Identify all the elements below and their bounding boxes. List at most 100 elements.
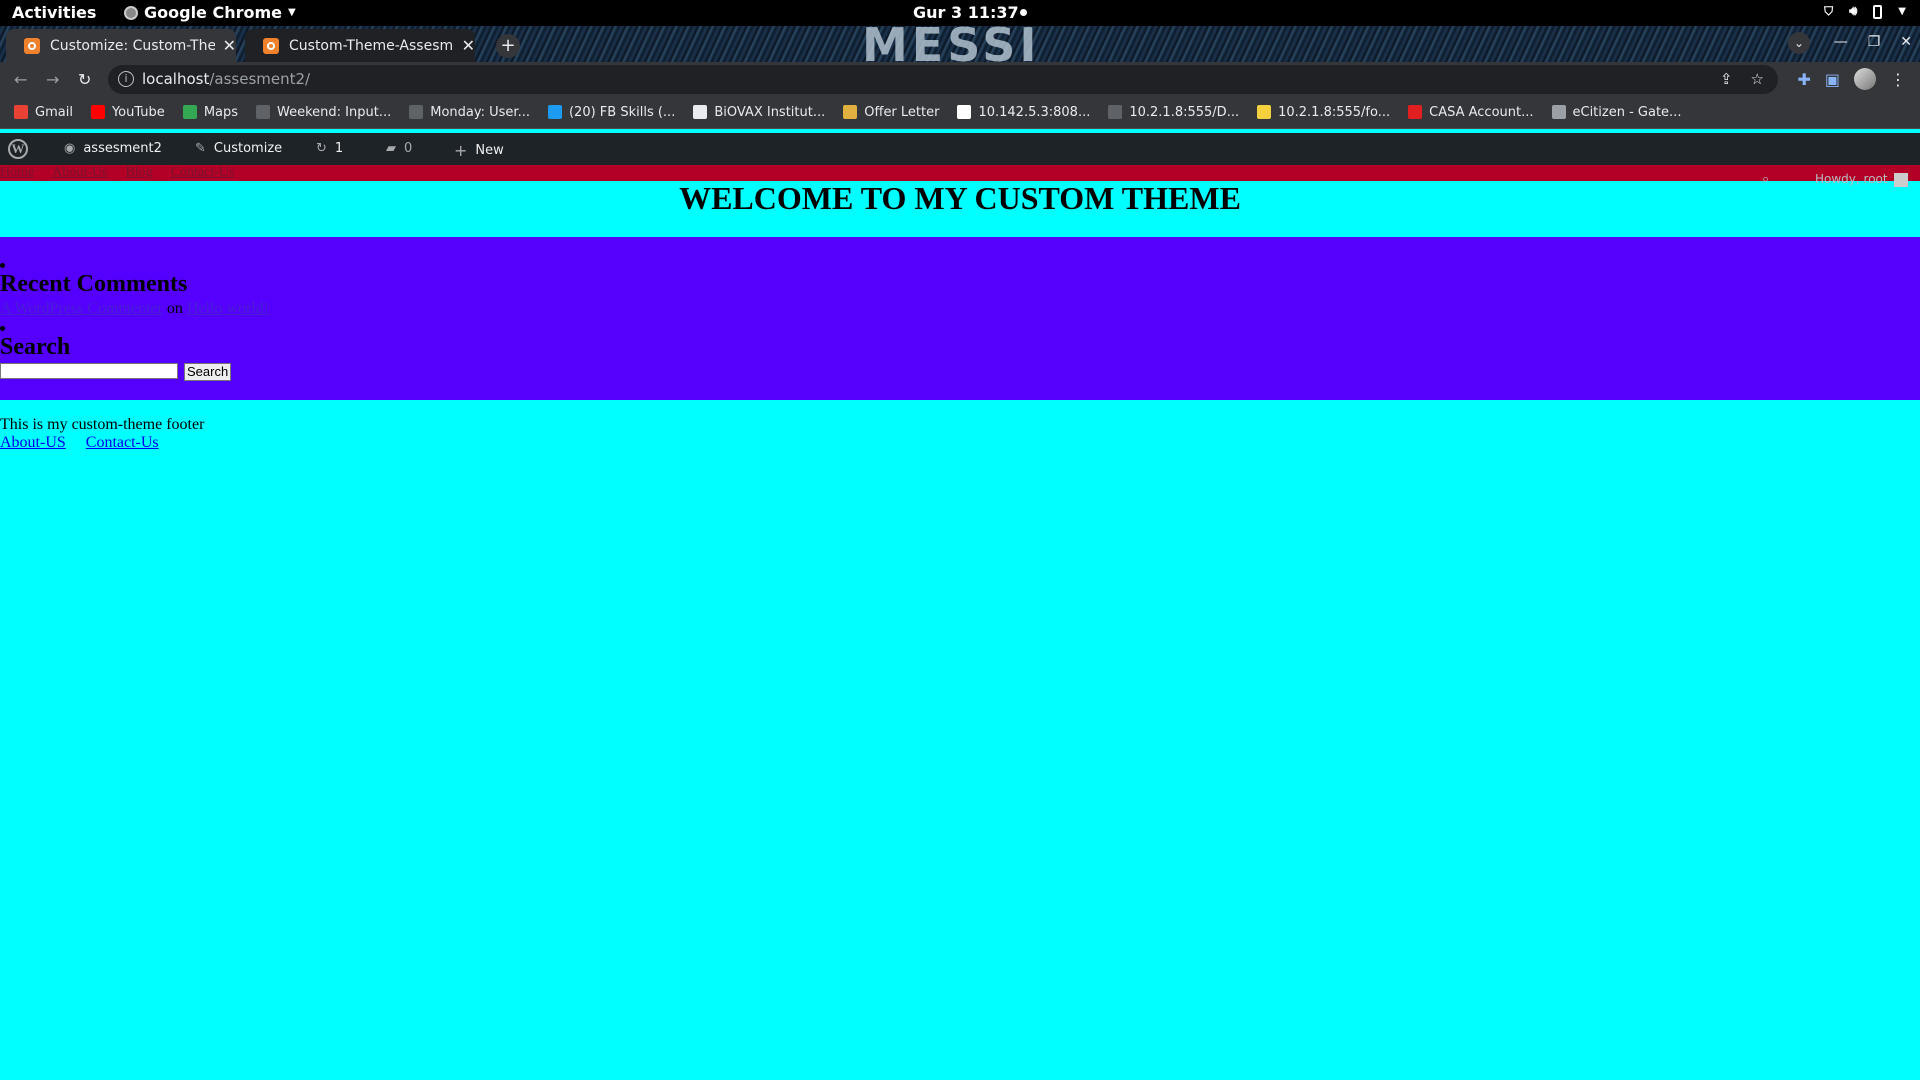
chevron-down-icon: ▼ <box>1898 6 1906 17</box>
bookmark-item[interactable]: (20) FB Skills (... <box>547 105 675 120</box>
comments-count: 0 <box>404 141 413 156</box>
tab-search-button[interactable]: ⌄ <box>1788 32 1810 54</box>
tab-strip: MESSI Customize: Custom-Theme-Assesment … <box>0 18 1920 72</box>
recent-comment-item: A WordPress Commenter on Hello world! <box>0 300 269 318</box>
comment-post-link[interactable]: Hello world! <box>187 300 269 317</box>
app-menu[interactable]: Google Chrome ▼ <box>124 3 296 22</box>
comments-link[interactable]: ▰ 0 <box>386 141 412 156</box>
nav-link-contact-us[interactable]: Contact-Us <box>171 165 235 180</box>
forward-arrow-icon[interactable]: → <box>46 70 59 89</box>
bookmark-item[interactable]: Gmail <box>14 105 73 120</box>
search-button[interactable]: Search <box>184 363 232 381</box>
bookmark-label: CASA Account... <box>1429 104 1534 120</box>
back-arrow-icon[interactable]: ← <box>14 70 27 89</box>
system-tray[interactable]: ⛉ 🔊︎ ▼ <box>1824 4 1906 19</box>
page-icon <box>1257 105 1272 119</box>
customize-link[interactable]: ✎ Customize <box>195 141 282 156</box>
list-bullet <box>0 326 5 331</box>
wp-admin-bar: W ◉ assesment2 ✎ Customize ↻ 1 ▰ 0 + New <box>0 133 1920 165</box>
search-input[interactable] <box>0 363 178 379</box>
side-panel-icon[interactable]: ▣ <box>1825 70 1840 89</box>
bookmark-label: Offer Letter <box>864 104 940 120</box>
bookmark-item[interactable]: Monday: User... <box>409 105 530 120</box>
tab-custom-theme[interactable]: Custom-Theme-Assesment ✕ <box>245 29 475 62</box>
comment-bubble-icon: ▰ <box>386 141 396 156</box>
activities-button[interactable]: Activities <box>12 3 96 22</box>
close-icon[interactable]: ✕ <box>462 36 475 55</box>
recent-comments-heading: Recent Comments <box>0 271 188 297</box>
bookmark-label: Maps <box>203 104 239 120</box>
bookmark-label: Monday: User... <box>430 104 530 120</box>
globe-icon <box>1108 105 1123 119</box>
close-window-icon[interactable]: ✕ <box>1900 34 1912 50</box>
star-icon[interactable]: ☆ <box>1751 70 1764 88</box>
extensions-icon[interactable]: ✚ <box>1797 70 1810 89</box>
chrome-icon <box>124 5 138 20</box>
share-icon[interactable]: ⇪ <box>1720 70 1733 88</box>
palm-icon <box>256 105 271 119</box>
comment-author-link[interactable]: A WordPress Commenter <box>0 300 163 317</box>
url-text[interactable]: localhost/assesment2/ <box>142 70 310 88</box>
address-bar[interactable]: i localhost/assesment2/ ⇪ ☆ <box>108 65 1778 94</box>
bookmark-item[interactable]: Maps <box>182 104 239 120</box>
bookmark-item[interactable]: Weekend: Input... <box>256 105 391 120</box>
nav-menu: Home About-Us Blog Contact-Us <box>0 165 252 180</box>
bookmark-label: 10.2.1.8:555/D... <box>1129 104 1240 120</box>
bookmark-item[interactable]: BiOVAX Institut... <box>693 105 825 120</box>
comment-on-text: on <box>166 300 183 317</box>
site-navigation: Home About-Us Blog Contact-Us ⌕ Howdy, root <box>0 165 1920 187</box>
updates-link[interactable]: ↻ 1 <box>316 141 343 156</box>
wordpress-favicon-icon <box>263 37 279 54</box>
site-footer: This is my custom-theme footer About-US C… <box>0 416 204 452</box>
site-name-menu[interactable]: ◉ assesment2 <box>64 141 162 156</box>
ecitizen-icon <box>1551 105 1566 119</box>
twitter-icon <box>547 105 562 119</box>
kebab-menu-icon[interactable]: ⋮ <box>1890 70 1906 89</box>
profile-avatar[interactable] <box>1854 68 1876 90</box>
info-icon[interactable]: i <box>118 71 134 87</box>
shield-icon: ⛉ <box>1824 4 1834 18</box>
bookmark-item[interactable]: YouTube <box>90 105 165 120</box>
updates-count: 1 <box>334 141 344 156</box>
close-icon[interactable]: ✕ <box>223 36 236 55</box>
footer-links: About-US Contact-Us <box>0 434 204 452</box>
tab-customize[interactable]: Customize: Custom-Theme-Assesment ✕ <box>6 29 236 62</box>
bookmark-item[interactable]: eCitizen - Gate... <box>1551 105 1681 120</box>
minimize-icon[interactable]: — <box>1834 34 1848 50</box>
bookmark-label: 10.2.1.8:555/fo... <box>1278 104 1391 120</box>
casa-icon <box>1408 105 1423 119</box>
people-icon <box>693 105 708 119</box>
nav-link-blog[interactable]: Blog <box>125 165 152 180</box>
dashboard-icon: ◉ <box>64 141 76 156</box>
palm-icon <box>409 105 424 119</box>
page-icon <box>957 105 972 119</box>
reload-icon[interactable]: ↻ <box>78 70 91 89</box>
bookmark-item[interactable]: CASA Account... <box>1408 104 1534 120</box>
nav-link-home[interactable]: Home <box>0 165 34 180</box>
url-path: /assesment2/ <box>209 70 311 88</box>
wordpress-logo-icon[interactable]: W <box>8 139 28 159</box>
list-bullet <box>0 263 5 268</box>
bookmark-label: BiOVAX Institut... <box>714 104 826 120</box>
bookmark-item[interactable]: 10.2.1.8:555/D... <box>1108 105 1239 120</box>
app-menu-label: Google Chrome <box>144 3 283 22</box>
customize-label: Customize <box>213 141 283 156</box>
youtube-icon <box>90 105 105 119</box>
maps-icon <box>182 105 197 119</box>
bookmark-item[interactable]: Offer Letter <box>843 105 939 120</box>
footer-link-contact-us[interactable]: Contact-Us <box>86 434 159 451</box>
toolbar-right: ✚ ▣ ⋮ <box>1797 68 1906 90</box>
gmail-icon <box>14 105 28 119</box>
wordpress-favicon-icon <box>24 37 40 54</box>
bookmark-item[interactable]: 10.2.1.8:555/fo... <box>1257 105 1390 120</box>
new-content-menu[interactable]: + New <box>454 141 504 160</box>
maximize-icon[interactable]: ❐ <box>1868 34 1881 50</box>
bookmark-item[interactable]: 10.142.5.3:808... <box>957 105 1090 120</box>
window-controls: — ❐ ✕ <box>1834 34 1912 50</box>
sidebar-widgets: Recent Comments A WordPress Commenter on… <box>0 237 1920 400</box>
nav-link-about-us[interactable]: About-Us <box>52 165 107 180</box>
footer-text: This is my custom-theme footer <box>0 416 205 433</box>
footer-link-about-us[interactable]: About-US <box>0 434 66 451</box>
new-tab-button[interactable]: + <box>496 34 520 58</box>
search-heading: Search <box>0 334 71 360</box>
